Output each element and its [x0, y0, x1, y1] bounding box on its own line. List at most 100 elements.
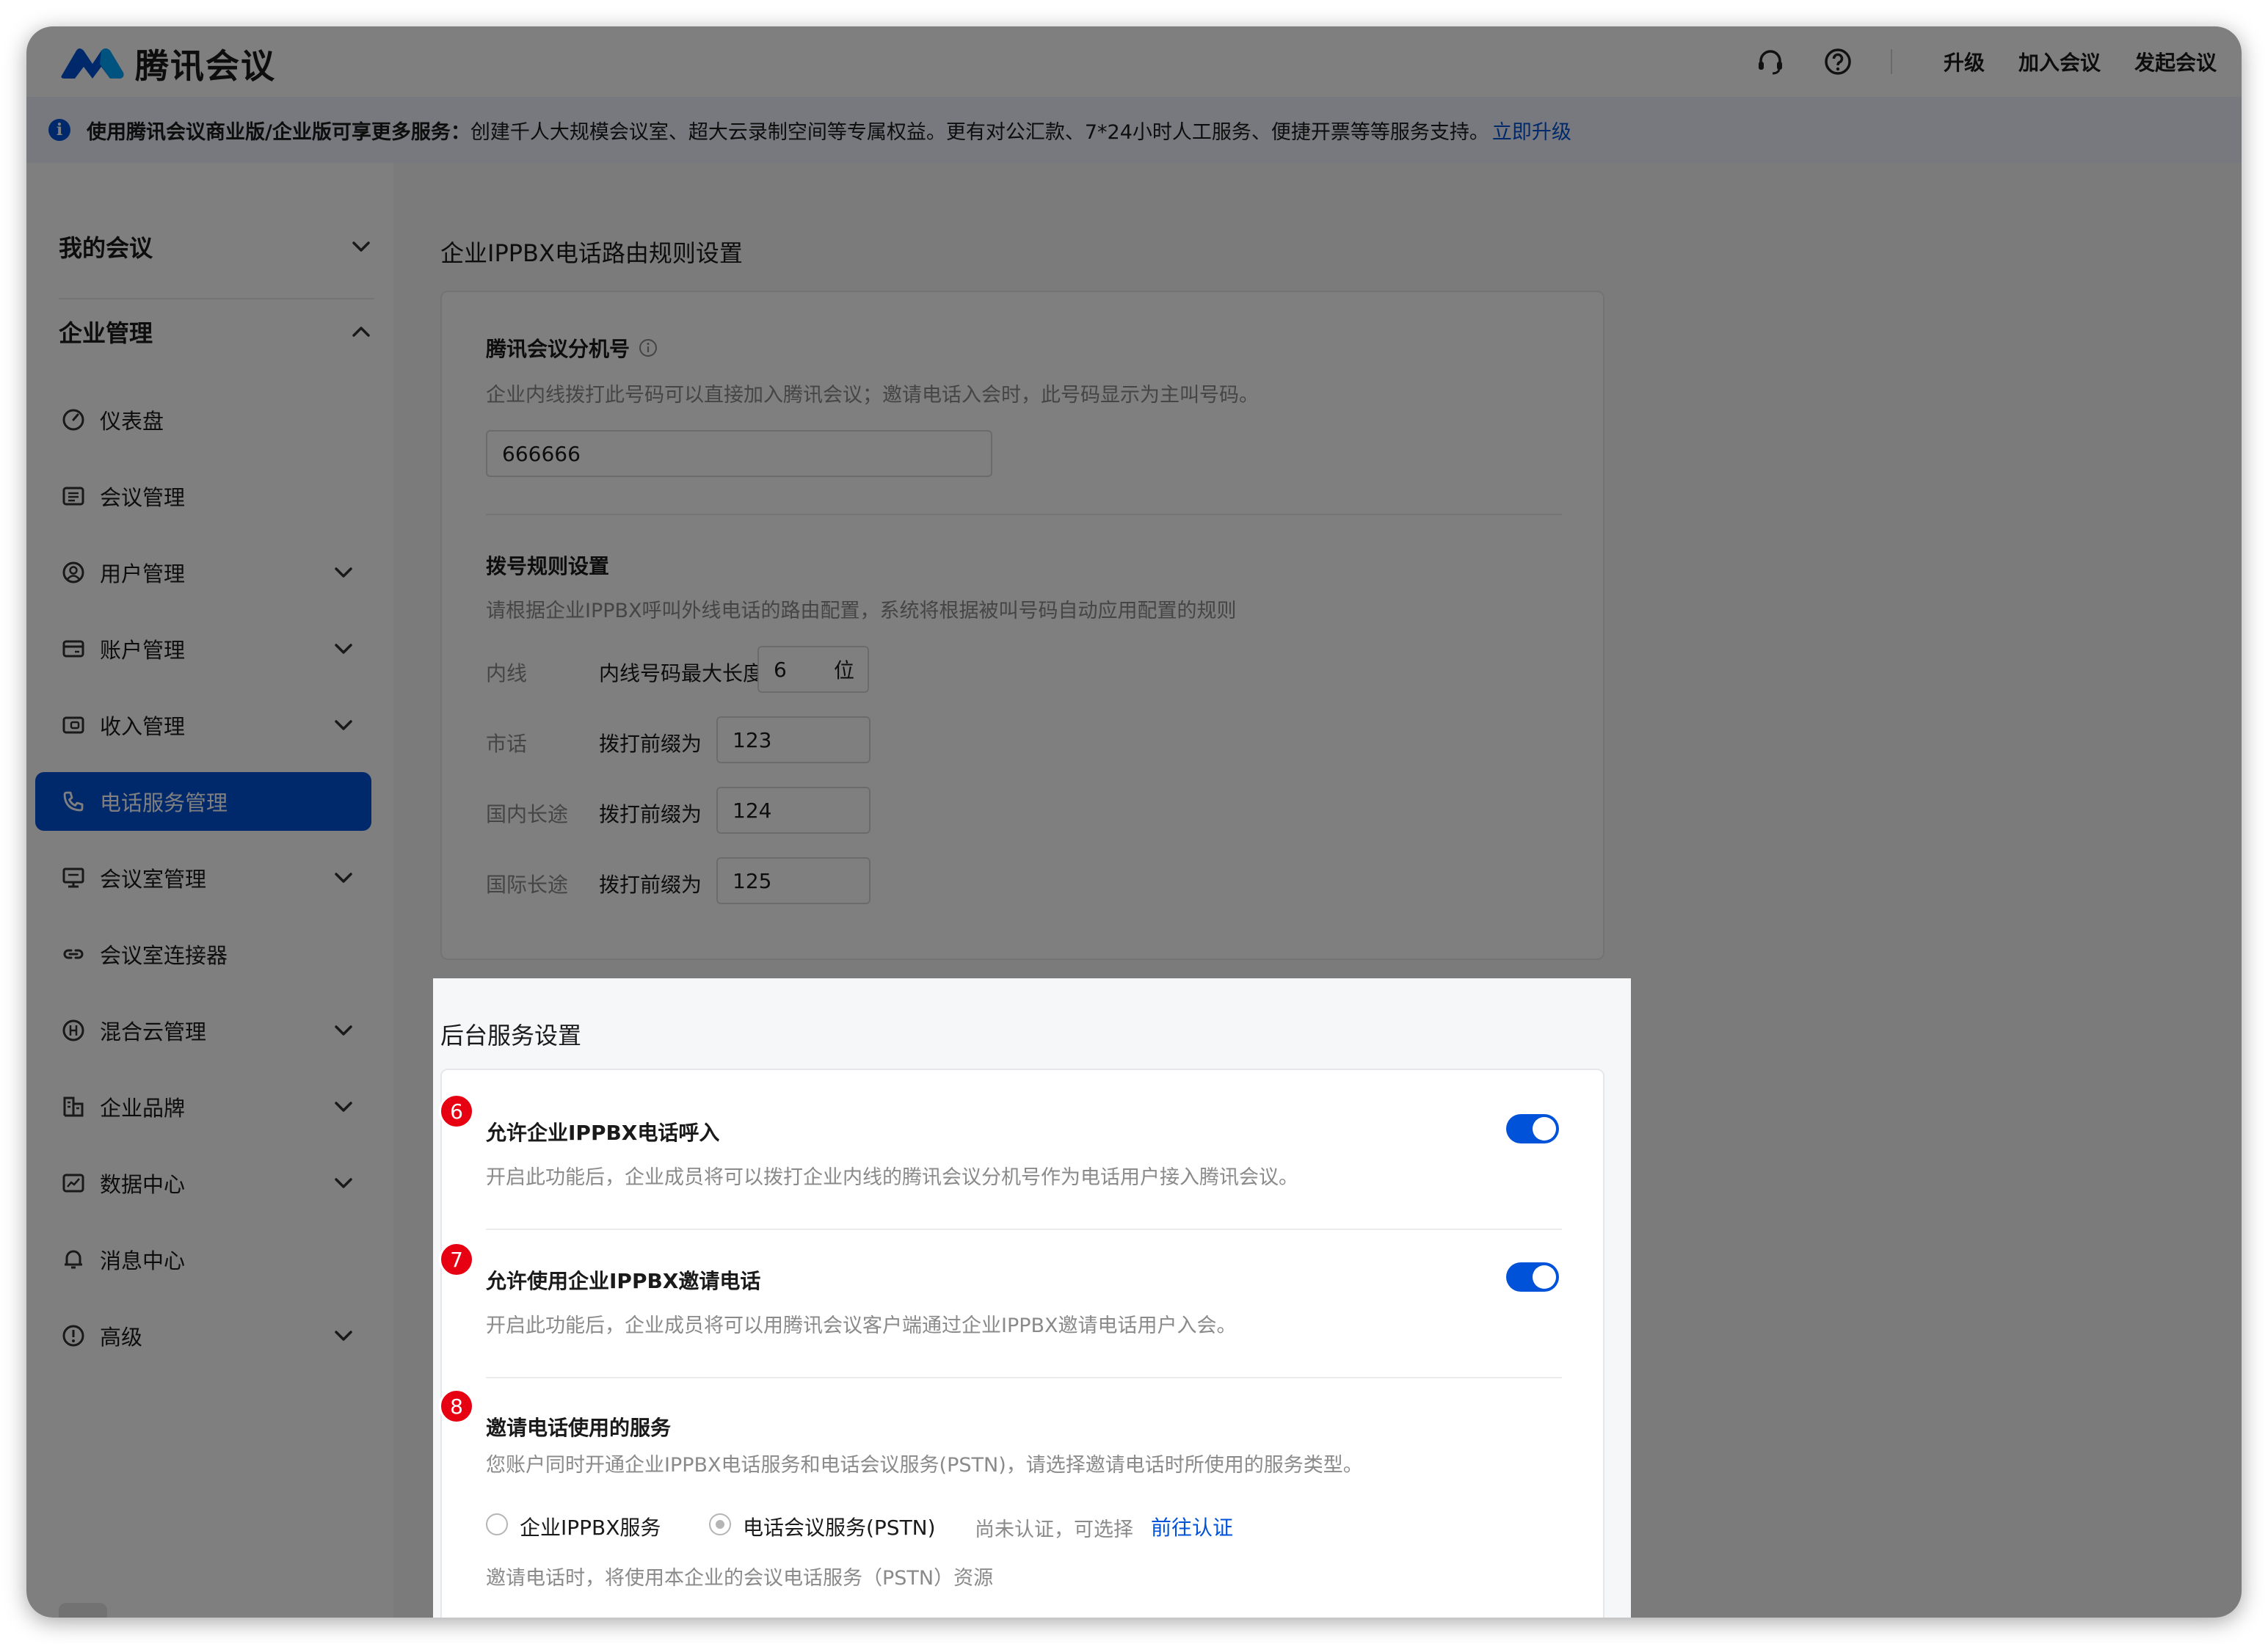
domestic-call-label: 国内长途: [486, 802, 569, 826]
chevron-down-icon: [335, 644, 352, 654]
backend-section-title: 后台服务设置: [440, 1022, 582, 1050]
routing-card: 腾讯会议分机号 企业内线拨打此号码可以直接加入腾讯会议；邀请电话入会时，此号码显…: [440, 291, 1604, 960]
sidebar-group-my-meetings[interactable]: 我的会议: [59, 225, 374, 269]
info-icon: i: [48, 119, 70, 141]
length-unit: 位: [833, 658, 854, 683]
go-authenticate-link[interactable]: 前往认证: [1151, 1512, 1233, 1541]
sidebar-item-account-management[interactable]: 账户管理: [35, 619, 371, 678]
ippbx-service-radio[interactable]: [486, 1513, 508, 1535]
bell-icon: [65, 1250, 82, 1269]
chart-icon: [62, 1174, 84, 1193]
internal-length-input[interactable]: 6 位: [757, 646, 869, 693]
sidebar-divider: [59, 298, 374, 299]
backend-card: 允许企业IPPBX电话呼入 开启此功能后，企业成员将可以拨打企业内线的腾讯会议分…: [440, 1069, 1604, 1618]
step-badge-8: 8: [439, 1389, 474, 1424]
collapse-sidebar-button[interactable]: [59, 1603, 107, 1618]
step-badge-6: 6: [439, 1094, 474, 1129]
pstn-service-radio[interactable]: [709, 1513, 731, 1535]
chevron-up-icon: [352, 327, 370, 337]
info-circle-icon[interactable]: [637, 337, 659, 359]
extension-title: 腾讯会议分机号: [486, 333, 659, 363]
chevron-down-icon: [335, 1178, 352, 1188]
link-icon: [63, 949, 84, 959]
header-divider: [1890, 49, 1892, 74]
allow-invite-title: 允许使用企业IPPBX邀请电话: [486, 1269, 761, 1293]
section-divider: [486, 1377, 1562, 1378]
sidebar-item-data-center[interactable]: 数据中心: [35, 1154, 371, 1212]
allow-incoming-description: 开启此功能后，企业成员将可以拨打企业内线的腾讯会议分机号作为电话用户接入腾讯会议…: [486, 1166, 1298, 1189]
sidebar-item-dashboard[interactable]: 仪表盘: [35, 390, 371, 449]
local-prefix-input[interactable]: 123: [716, 716, 871, 763]
chevron-down-icon: [335, 567, 352, 578]
chevron-down-icon: [335, 1025, 352, 1036]
app-title: 腾讯会议: [135, 46, 276, 86]
toggle-knob: [1533, 1265, 1556, 1289]
sidebar-item-income-management[interactable]: 收入管理: [35, 696, 371, 754]
monitor-icon: [62, 868, 84, 888]
sidebar-item-phone-service[interactable]: 电话服务管理: [35, 772, 371, 831]
tencent-meeting-logo-icon: [61, 48, 124, 79]
chevron-down-icon: [335, 1331, 352, 1341]
app-window: 腾讯会议 升级 加入会议 发起会议 i 使用腾讯会议商业版/企业版可享更多服务：…: [26, 26, 2242, 1618]
domestic-call-sublabel: 拨打前缀为: [599, 802, 702, 826]
wallet-icon: [62, 640, 84, 658]
local-call-label: 市话: [486, 732, 528, 756]
sidebar-group-enterprise[interactable]: 企业管理: [59, 310, 374, 354]
user-icon: [62, 561, 84, 583]
international-prefix-input[interactable]: 125: [716, 857, 871, 904]
upgrade-now-link[interactable]: 立即升级: [1492, 116, 1571, 145]
allow-incoming-toggle[interactable]: [1506, 1114, 1559, 1143]
ippbx-service-label[interactable]: 企业IPPBX服务: [520, 1512, 661, 1541]
app-logo[interactable]: 腾讯会议: [57, 40, 276, 88]
upgrade-link[interactable]: 升级: [1944, 47, 1985, 76]
banner-message: 使用腾讯会议商业版/企业版可享更多服务：创建千人大规模会议室、超大云录制空间等专…: [87, 120, 1489, 144]
header-actions: 升级 加入会议 发起会议: [1719, 26, 2217, 97]
routing-section-title: 企业IPPBX电话路由规则设置: [440, 239, 743, 267]
question-icon[interactable]: [1822, 46, 1854, 78]
phone-icon: [63, 791, 84, 812]
invite-service-description: 您账户同时开通企业IPPBX电话服务和电话会议服务(PSTN)，请选择邀请电话时…: [486, 1454, 1363, 1477]
sidebar: 我的会议 企业管理 仪表盘 会议管理 用户管理 账户管理 收入管理 电话服务管理…: [26, 163, 393, 1618]
list-icon: [62, 487, 84, 506]
international-call-label: 国际长途: [486, 873, 569, 897]
pstn-auth-note: 尚未认证，可选择: [975, 1518, 1133, 1541]
join-meeting-link[interactable]: 加入会议: [2018, 47, 2101, 76]
chevron-down-icon: [335, 1102, 352, 1112]
section-divider: [486, 514, 1562, 515]
step-badge-7: 7: [439, 1242, 474, 1277]
sidebar-item-advanced[interactable]: 高级: [35, 1306, 371, 1365]
internal-line-sublabel: 内线号码最大长度为: [599, 661, 785, 685]
start-meeting-link[interactable]: 发起会议: [2134, 47, 2217, 76]
sidebar-item-user-management[interactable]: 用户管理: [35, 543, 371, 602]
sidebar-item-meeting-management[interactable]: 会议管理: [35, 467, 371, 525]
sidebar-item-room-management[interactable]: 会议室管理: [35, 848, 371, 907]
sidebar-item-room-connector[interactable]: 会议室连接器: [35, 925, 371, 983]
chevron-down-icon: [352, 241, 370, 252]
international-call-sublabel: 拨打前缀为: [599, 873, 702, 897]
invite-service-footer: 邀请电话时，将使用本企业的会议电话服务（PSTN）资源: [486, 1567, 994, 1590]
allow-invite-toggle[interactable]: [1506, 1262, 1559, 1292]
upgrade-banner: i 使用腾讯会议商业版/企业版可享更多服务：创建千人大规模会议室、超大云录制空间…: [26, 97, 2242, 163]
brand-icon: [63, 1096, 84, 1117]
sidebar-item-enterprise-brand[interactable]: 企业品牌: [35, 1077, 371, 1136]
dial-rules-title: 拨号规则设置: [486, 554, 610, 578]
allow-invite-description: 开启此功能后，企业成员将可以用腾讯会议客户端通过企业IPPBX邀请电话用户入会。: [486, 1314, 1237, 1337]
top-header: 腾讯会议 升级 加入会议 发起会议: [26, 26, 2242, 97]
headset-icon[interactable]: [1754, 46, 1787, 78]
extension-number-input[interactable]: 666666: [486, 430, 992, 477]
gauge-icon: [62, 409, 84, 431]
chevron-down-icon: [335, 873, 352, 883]
internal-line-label: 内线: [486, 661, 528, 685]
local-call-sublabel: 拨打前缀为: [599, 732, 702, 756]
sidebar-item-hybrid-cloud[interactable]: 混合云管理: [35, 1001, 371, 1060]
hybrid-cloud-icon: [62, 1019, 84, 1041]
allow-incoming-title: 允许企业IPPBX电话呼入: [486, 1121, 720, 1145]
income-icon: [62, 716, 84, 734]
pstn-service-label[interactable]: 电话会议服务(PSTN): [743, 1512, 936, 1541]
sidebar-item-message-center[interactable]: 消息中心: [35, 1230, 371, 1289]
invite-service-title: 邀请电话使用的服务: [486, 1416, 672, 1440]
domestic-prefix-input[interactable]: 124: [716, 787, 871, 834]
advanced-icon: [62, 1325, 84, 1347]
section-divider: [486, 1229, 1562, 1230]
main-content: 企业IPPBX电话路由规则设置 腾讯会议分机号 企业内线拨打此号码可以直接加入腾…: [393, 163, 2242, 1618]
